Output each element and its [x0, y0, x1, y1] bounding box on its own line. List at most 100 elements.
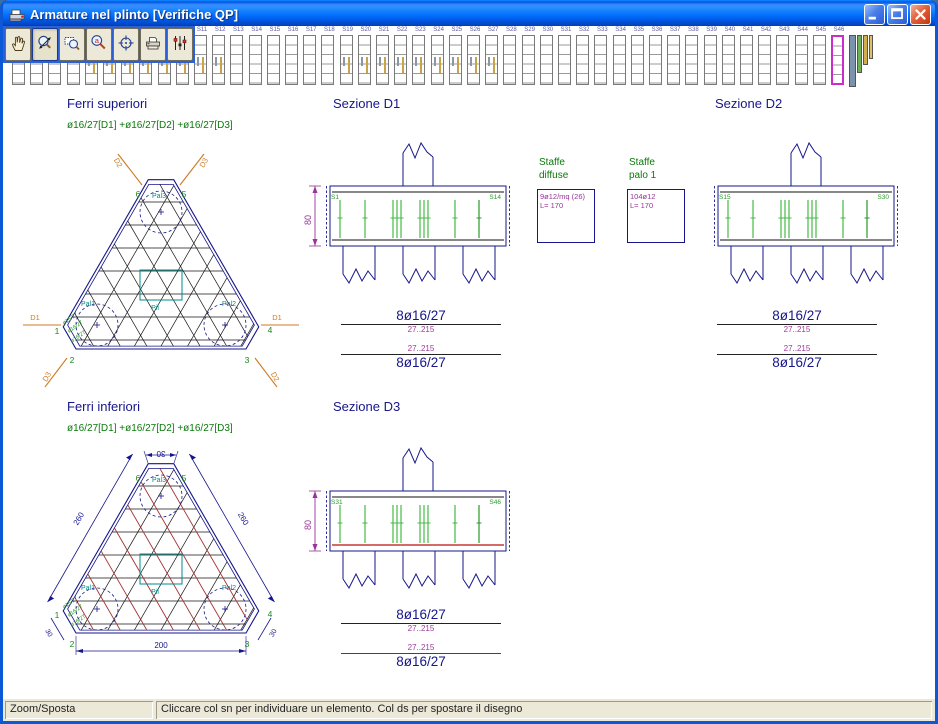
maximize-button[interactable] — [887, 4, 908, 25]
svg-text:4: 4 — [268, 609, 273, 619]
pile-strip-column[interactable] — [758, 35, 771, 85]
svg-text:6: 6 — [136, 473, 141, 483]
pile-strip-column[interactable] — [776, 35, 789, 85]
svg-text:S15: S15 — [719, 194, 731, 201]
pile-strip-column[interactable] — [485, 35, 498, 85]
svg-text:Pil: Pil — [151, 589, 159, 596]
plinto-plan-superiore[interactable]: Pal1Pal2Pal3Pil123456ø16/27ø16/27ø16/27D… — [21, 134, 317, 402]
pile-strip-column[interactable] — [540, 35, 553, 85]
toolbar-print-button[interactable] — [140, 28, 166, 61]
svg-text:260: 260 — [236, 511, 251, 528]
pile-strip-column[interactable] — [594, 35, 607, 85]
svg-text:Pal3: Pal3 — [152, 477, 166, 484]
pile-strip-column[interactable] — [194, 35, 207, 85]
pile-strip-column[interactable] — [649, 35, 662, 85]
svg-text:5: 5 — [182, 473, 187, 483]
sezione-d3-drawing[interactable]: S31S4680 — [303, 443, 533, 603]
d1-bottom-bars: 8ø16/27 — [341, 355, 501, 371]
staffe-palo-length: L= 170 — [630, 201, 683, 210]
toolbar-zoom-text-button[interactable]: a — [86, 28, 112, 61]
pile-strip-column[interactable] — [303, 35, 316, 85]
pile-strip-column[interactable] — [285, 35, 298, 85]
svg-text:80: 80 — [303, 520, 313, 530]
pile-strip-column[interactable] — [321, 35, 334, 85]
ferri-inferiori-title: Ferri inferiori — [67, 399, 140, 414]
zoom-window-icon — [62, 33, 82, 56]
d1-bottom-range: 27..215 — [341, 344, 501, 354]
svg-text:Pal1: Pal1 — [81, 301, 95, 308]
svg-text:260: 260 — [72, 510, 87, 527]
staffe-diffuse-length: L= 170 — [540, 201, 593, 210]
svg-text:D3: D3 — [198, 156, 211, 169]
pile-strip-column[interactable] — [795, 35, 808, 85]
svg-text:2: 2 — [70, 639, 75, 649]
staffe-diffuse-label: Staffe diffuse — [539, 156, 568, 182]
pile-strip-column[interactable] — [685, 35, 698, 85]
pile-strip-column[interactable] — [449, 35, 462, 85]
printer-icon — [143, 33, 163, 56]
pile-strip-column[interactable] — [230, 35, 243, 85]
toolbar-pan-button[interactable] — [5, 28, 31, 61]
d3-bar-callout: 8ø16/27 27..215 27..215 8ø16/27 — [341, 607, 501, 670]
pile-strip-column[interactable] — [412, 35, 425, 85]
pile-strip-column[interactable] — [704, 35, 717, 85]
ferri-superiori-subtitle: ø16/27[D1] +ø16/27[D2] +ø16/27[D3] — [67, 120, 233, 131]
toolbar-zoom-dynamic-button[interactable] — [32, 28, 58, 61]
d1-top-range: 27..215 — [341, 325, 501, 335]
pile-strip-column[interactable] — [467, 35, 480, 85]
pile-strip-column[interactable] — [394, 35, 407, 85]
pile-strip-column[interactable] — [740, 35, 753, 85]
sezione-d2-drawing[interactable]: S15S30 — [691, 138, 921, 298]
pile-strip-column[interactable] — [503, 35, 516, 85]
svg-text:S31: S31 — [331, 499, 343, 506]
hand-icon — [8, 33, 28, 56]
svg-text:D2: D2 — [112, 156, 125, 169]
pile-strip-column[interactable] — [576, 35, 589, 85]
sezione-d1-drawing[interactable]: S1S1480 — [303, 138, 533, 298]
pile-strip-column[interactable] — [813, 35, 826, 85]
pile-strip-column[interactable] — [722, 35, 735, 85]
app-icon — [9, 7, 25, 23]
pile-strip-column-selected[interactable] — [831, 35, 844, 85]
toolbar-options-button[interactable] — [167, 28, 193, 61]
svg-text:30: 30 — [269, 628, 279, 638]
legend-bar — [869, 35, 873, 59]
svg-text:1: 1 — [55, 610, 60, 620]
d2-bar-callout: 8ø16/27 27..215 27..215 8ø16/27 — [717, 308, 877, 371]
crosshair-icon — [116, 33, 136, 56]
svg-text:30: 30 — [156, 449, 165, 458]
svg-text:D3: D3 — [41, 370, 54, 383]
status-hint: Cliccare col sn per individuare un eleme… — [156, 701, 932, 719]
staffe-palo-box: 104ø12 L= 170 — [627, 189, 685, 243]
svg-text:D1: D1 — [272, 313, 282, 322]
staffe-diffuse-spec: 9ø12/mq (26) — [540, 192, 593, 201]
pile-strip-column[interactable] — [267, 35, 280, 85]
pile-strip-column[interactable] — [358, 35, 371, 85]
d1-top-bars: 8ø16/27 — [341, 308, 501, 324]
titlebar[interactable]: Armature nel plinto [Verifiche QP] — [3, 0, 935, 26]
pile-strip-column[interactable] — [376, 35, 389, 85]
pile-strip-column[interactable] — [249, 35, 262, 85]
pile-strip-column[interactable] — [212, 35, 225, 85]
pile-strip-column[interactable] — [667, 35, 680, 85]
svg-text:S14: S14 — [489, 194, 501, 201]
toolbar-zoom-window-button[interactable] — [59, 28, 85, 61]
drawing-canvas[interactable]: S1S2S3S4S5S6S7S8S9S10S11S12S13S14S15S16S… — [3, 26, 935, 699]
pile-strip-column[interactable] — [431, 35, 444, 85]
svg-text:Pal3: Pal3 — [152, 193, 166, 200]
plinto-plan-inferiore[interactable]: Pal1Pal2Pal3Pil123456ø16/27ø16/27ø16/273… — [21, 418, 317, 680]
app-window: Armature nel plinto [Verifiche QP] S1S2S… — [0, 0, 938, 724]
minimize-button[interactable] — [864, 4, 885, 25]
pile-strip-column[interactable] — [522, 35, 535, 85]
svg-text:3: 3 — [245, 355, 250, 365]
pile-strip-column[interactable] — [558, 35, 571, 85]
pile-strip-column[interactable] — [613, 35, 626, 85]
statusbar: Zoom/Sposta Cliccare col sn per individu… — [3, 699, 935, 721]
close-button[interactable] — [910, 4, 931, 25]
svg-text:6: 6 — [136, 189, 141, 199]
svg-text:30: 30 — [43, 628, 53, 638]
pile-strip-column[interactable] — [340, 35, 353, 85]
toolbar-center-button[interactable] — [113, 28, 139, 61]
svg-text:80: 80 — [303, 215, 313, 225]
pile-strip-column[interactable] — [631, 35, 644, 85]
